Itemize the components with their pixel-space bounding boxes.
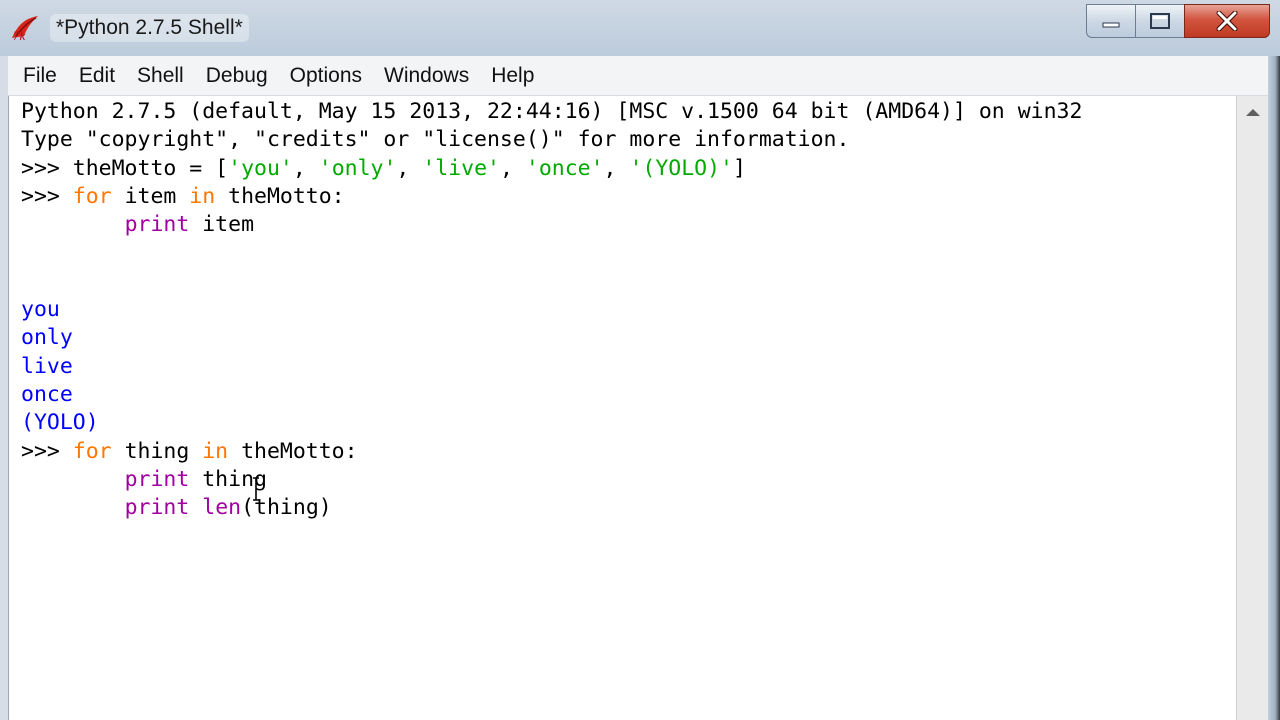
input-line: >>> for item in theMotto: (21, 183, 1236, 211)
output-line: (YOLO) (21, 410, 99, 436)
keyword: print (124, 466, 190, 492)
close-icon (1216, 11, 1238, 31)
keyword: for (72, 438, 112, 464)
window-title: *Python 2.7.5 Shell* (50, 14, 249, 42)
output-line: live (21, 353, 73, 379)
keyword: print (124, 495, 190, 521)
text-cursor-icon (253, 477, 259, 501)
menu-windows[interactable]: Windows (373, 56, 480, 96)
minimize-button[interactable] (1086, 4, 1136, 38)
separator: , (499, 155, 526, 181)
menu-bar: File Edit Shell Debug Options Windows He… (8, 56, 1268, 96)
window-controls (1086, 4, 1270, 38)
menu-debug[interactable]: Debug (195, 56, 279, 96)
shell-content: Python 2.7.5 (default, May 15 2013, 22:4… (9, 96, 1236, 522)
code: theMotto = [ (72, 155, 229, 181)
output-line: you (21, 297, 60, 323)
separator: , (396, 155, 423, 181)
input-line: print thing (21, 466, 1236, 494)
window-frame-edge (1268, 56, 1280, 720)
maximize-icon (1150, 13, 1170, 29)
shell-text-area[interactable]: Python 2.7.5 (default, May 15 2013, 22:4… (8, 96, 1236, 720)
menu-help[interactable]: Help (480, 56, 545, 96)
menu-file[interactable]: File (12, 56, 68, 96)
builtin: len (202, 495, 242, 521)
minimize-icon (1102, 22, 1120, 28)
code: item (111, 183, 190, 209)
output-line: only (21, 325, 73, 351)
close-button[interactable] (1184, 4, 1270, 38)
svg-text:7k: 7k (13, 28, 26, 42)
keyword: in (189, 183, 216, 209)
title-bar[interactable]: 7k *Python 2.7.5 Shell* (0, 0, 1280, 56)
prompt: >>> (21, 183, 73, 209)
keyword: print (124, 212, 190, 238)
string-literal: 'you' (228, 155, 293, 181)
keyword: for (72, 183, 112, 209)
input-line: >>> for thing in theMotto: (21, 438, 1236, 466)
code: ] (733, 155, 746, 181)
string-literal: 'live' (422, 155, 500, 181)
string-literal: '(YOLO)' (629, 155, 733, 181)
input-line: print len(thing) (21, 494, 1236, 522)
code: theMotto: (215, 183, 345, 209)
banner-line: Type "copyright", "credits" or "license(… (21, 127, 850, 153)
string-literal: 'only' (318, 155, 397, 181)
prompt: >>> (21, 438, 73, 464)
menu-options[interactable]: Options (279, 56, 373, 96)
separator: , (292, 155, 319, 181)
code: item (189, 212, 255, 238)
scroll-up-button[interactable] (1238, 98, 1267, 126)
string-literal: 'once' (525, 155, 604, 181)
vertical-scrollbar[interactable] (1236, 96, 1268, 720)
banner-line: Python 2.7.5 (default, May 15 2013, 22:4… (21, 99, 1083, 124)
input-line: >>> theMotto = ['you', 'only', 'live', '… (21, 155, 1236, 183)
prompt: >>> (21, 155, 73, 181)
menu-edit[interactable]: Edit (68, 56, 126, 96)
code: thing (111, 438, 203, 464)
output-line: once (21, 381, 73, 407)
menu-shell[interactable]: Shell (126, 56, 195, 96)
keyword: in (202, 438, 229, 464)
maximize-button[interactable] (1135, 4, 1185, 38)
input-line: print item (21, 211, 1236, 239)
separator: , (603, 155, 630, 181)
arrow-up-icon (1245, 109, 1260, 116)
tk-feather-icon: 7k (12, 16, 38, 42)
code: theMotto: (228, 438, 358, 464)
